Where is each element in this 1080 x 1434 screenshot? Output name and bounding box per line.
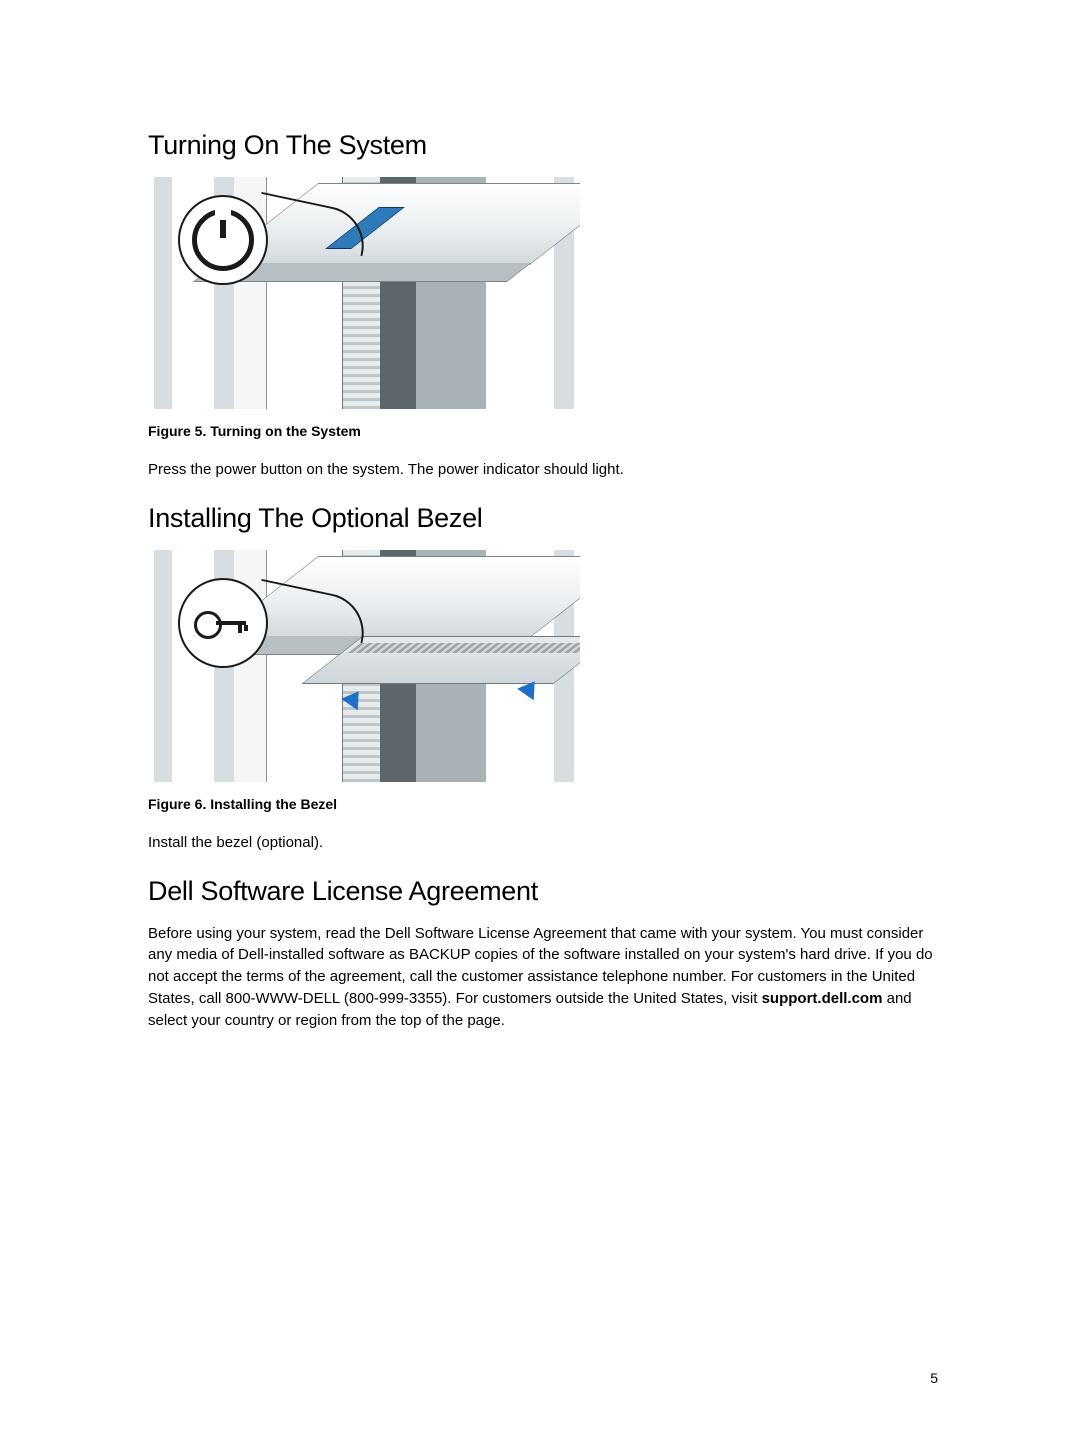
figure-5-caption: Figure 5. Turning on the System [148,423,938,439]
license-body-text: Before using your system, read the Dell … [148,923,938,1032]
manual-page: Turning On The System Figure 5. Turning … [0,0,1080,1434]
power-icon [192,209,254,271]
figure-6-caption: Figure 6. Installing the Bezel [148,796,938,812]
bezel-body-text: Install the bezel (optional). [148,832,938,854]
callout-bubble [178,578,268,668]
turning-on-body-text: Press the power button on the system. Th… [148,459,938,481]
heading-turning-on: Turning On The System [148,130,938,161]
support-dell-link[interactable]: support.dell.com [762,990,883,1007]
key-lock-icon [194,603,252,643]
heading-installing-bezel: Installing The Optional Bezel [148,503,938,534]
page-number: 5 [930,1370,938,1386]
figure-turning-on-system [148,177,580,409]
figure-installing-bezel [148,550,580,782]
heading-license-agreement: Dell Software License Agreement [148,876,938,907]
callout-bubble [178,195,268,285]
